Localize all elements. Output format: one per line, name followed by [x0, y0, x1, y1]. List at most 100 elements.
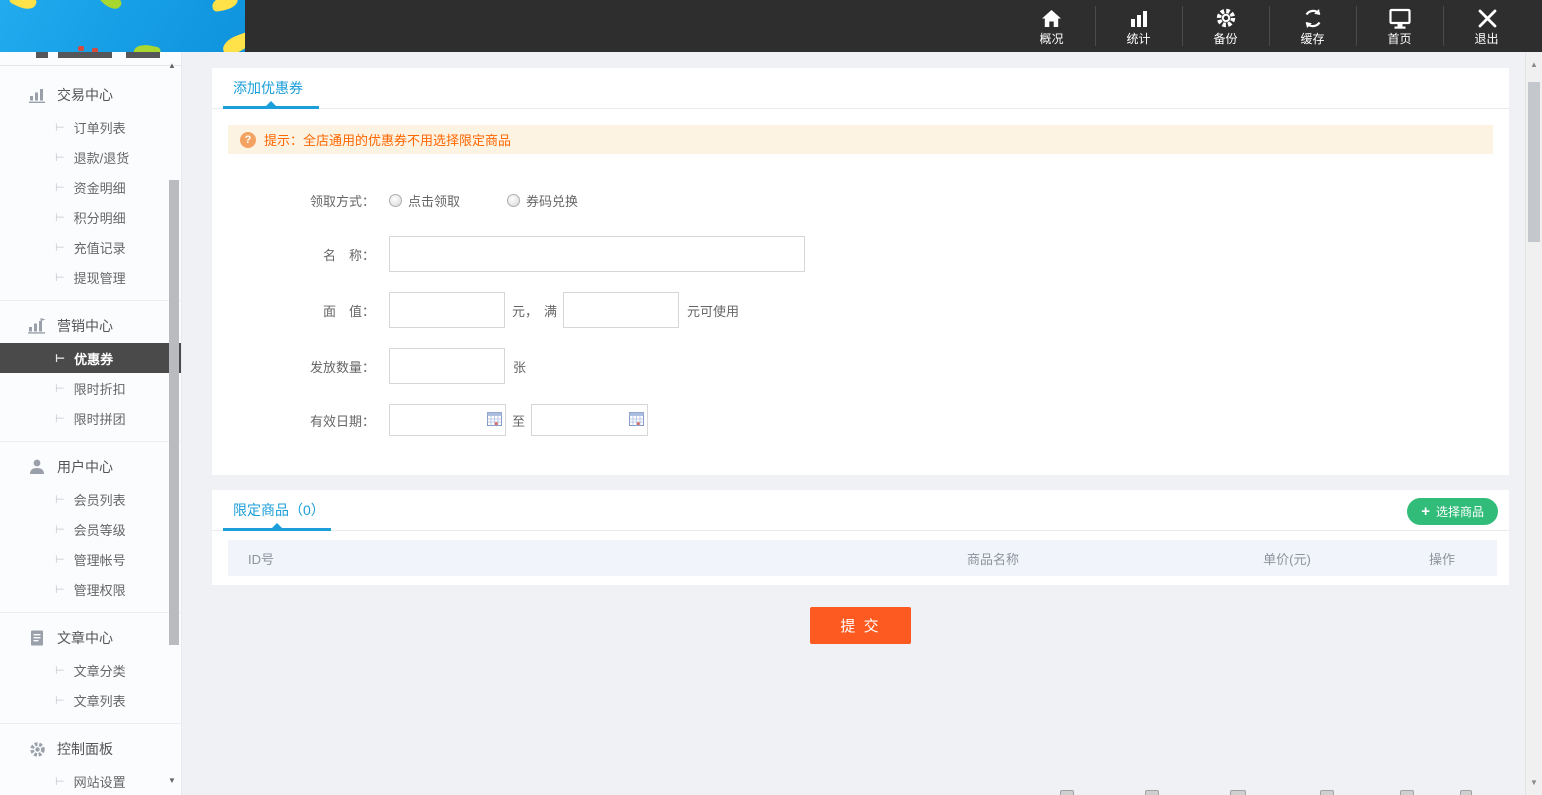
branch-icon: ⊢ [55, 211, 65, 224]
topbar-overview-button[interactable]: 概况 [1008, 0, 1095, 52]
calendar-icon[interactable] [629, 412, 644, 429]
date-separator: 至 [512, 411, 525, 430]
page-scroll-down-arrow[interactable]: ▼ [1526, 778, 1542, 787]
branch-icon: ⊢ [55, 664, 65, 677]
clipped-icon-fragment [1320, 790, 1334, 795]
tip-banner: ? 提示：全店通用的优惠券不用选择限定商品 [228, 125, 1493, 154]
calendar-icon[interactable] [487, 412, 502, 429]
sidebar-item-coupon[interactable]: ⊢优惠券 [0, 343, 181, 373]
radio-icon[interactable] [507, 194, 520, 207]
sidebar-item-label: 文章分类 [74, 661, 126, 680]
sidebar-item-member-level[interactable]: ⊢ 会员等级 [0, 514, 181, 544]
branch-icon: ⊢ [55, 523, 65, 536]
clipped-bottom-icons [1040, 790, 1480, 795]
tip-text: 提示：全店通用的优惠券不用选择限定商品 [264, 130, 511, 149]
user-icon [28, 459, 46, 475]
clipped-icon-fragment [1060, 790, 1074, 795]
plus-icon: + [1421, 504, 1430, 519]
sidebar-item-label: 会员等级 [74, 520, 126, 539]
page-scrollbar-thumb[interactable] [1528, 82, 1540, 242]
topbar-item-label: 缓存 [1300, 32, 1324, 46]
branch-icon: ⊢ [55, 241, 65, 254]
tab-underline [223, 528, 331, 531]
branch-icon: ⊢ [55, 271, 65, 284]
branch-icon: ⊢ [55, 121, 65, 134]
coupon-value-input[interactable] [389, 292, 505, 328]
min-amount-input[interactable] [563, 292, 679, 328]
sidebar-scroll-up-arrow[interactable]: ▲ [166, 61, 178, 71]
sidebar-item-group-buy[interactable]: ⊢限时拼团 [0, 403, 181, 433]
sidebar-item-label: 会员列表 [74, 490, 126, 509]
select-products-button[interactable]: + 选择商品 [1407, 498, 1498, 525]
leaf-decoration [220, 31, 245, 52]
sidebar-item-label: 提现管理 [74, 268, 126, 287]
logo-banner [0, 0, 245, 52]
topbar-cache-button[interactable]: 缓存 [1269, 0, 1356, 52]
radio-icon[interactable] [389, 194, 402, 207]
add-coupon-panel: 添加优惠券 ? 提示：全店通用的优惠券不用选择限定商品 领取方式： 点击领取 券… [212, 68, 1509, 475]
branch-icon: ⊢ [55, 583, 65, 596]
sidebar-item-order-list[interactable]: ⊢订单列表 [0, 112, 181, 142]
topbar-item-label: 统计 [1126, 32, 1150, 46]
issue-quantity-input[interactable] [389, 348, 505, 384]
clipped-icon-fragment [1145, 790, 1159, 795]
clipped-icon-fragment [1230, 790, 1246, 795]
branch-icon: ⊢ [55, 352, 65, 365]
topbar-item-label: 备份 [1213, 32, 1237, 46]
topbar-item-label: 概况 [1039, 32, 1063, 46]
field-label-date: 有效日期： [310, 411, 375, 430]
sidebar-item-article-list[interactable]: ⊢文章列表 [0, 685, 181, 715]
sidebar-item-recharge-record[interactable]: ⊢ 充值记录 [0, 232, 181, 262]
leaf-decoration [211, 0, 239, 12]
sidebar-section-marketing-center[interactable]: 营销中心 [0, 309, 181, 343]
sidebar-item-member-list[interactable]: ⊢会员列表 [0, 484, 181, 514]
sidebar-item-site-settings[interactable]: ⊢网站设置 [0, 766, 181, 795]
sidebar-item-refund[interactable]: ⊢退款/退货 [0, 142, 181, 172]
sidebar-scroll-down-arrow[interactable]: ▼ [166, 776, 178, 786]
chart-flag-icon [28, 318, 46, 334]
page-scroll-up-arrow[interactable]: ▲ [1526, 60, 1542, 69]
sidebar-section-label: 营销中心 [57, 316, 113, 336]
leaf-decoration [133, 42, 161, 52]
radio-option-code-redeem[interactable]: 券码兑换 [507, 191, 578, 210]
column-header-product-name: 商品名称 [799, 549, 1187, 568]
sidebar-section-label: 控制面板 [57, 739, 113, 759]
field-label-value: 面 值： [310, 301, 375, 320]
sidebar-item-label: 文章列表 [74, 691, 126, 710]
sidebar-item-withdraw-manage[interactable]: ⊢ 提现管理 [0, 262, 181, 292]
sidebar-section-label: 文章中心 [57, 628, 113, 648]
sidebar-section-article-center[interactable]: 文章中心 [0, 621, 181, 655]
branch-icon: ⊢ [55, 775, 65, 788]
sidebar-item-label: 限时拼团 [74, 409, 126, 428]
clipped-menu-item-fragment [126, 52, 160, 58]
coupon-name-input[interactable] [389, 236, 805, 272]
submit-button[interactable]: 提 交 [810, 607, 911, 644]
sidebar-item-article-category[interactable]: ⊢ 文章分类 [0, 655, 181, 685]
home-icon [1040, 6, 1063, 30]
sidebar-item-fund-detail[interactable]: ⊢资金明细 [0, 172, 181, 202]
sidebar-section-trade-center[interactable]: 交易中心 [0, 78, 181, 112]
sidebar-item-label: 管理权限 [74, 580, 126, 599]
topbar-homepage-button[interactable]: 首页 [1356, 0, 1443, 52]
min-prefix: 满 [544, 301, 557, 320]
sidebar-section-label: 交易中心 [57, 85, 113, 105]
sidebar-scrollbar-thumb[interactable] [169, 180, 179, 645]
sidebar-item-flash-discount[interactable]: ⊢限时折扣 [0, 373, 181, 403]
page-scrollbar[interactable]: ▲ ▼ [1525, 52, 1542, 795]
sidebar-section-user-center[interactable]: 用户中心 [0, 450, 181, 484]
sidebar-item-label: 充值记录 [74, 238, 126, 257]
select-products-label: 选择商品 [1436, 503, 1484, 520]
tab-underline [223, 106, 319, 109]
leaf-decoration [8, 0, 37, 13]
sidebar-item-admin-account[interactable]: ⊢管理帐号 [0, 544, 181, 574]
sidebar-item-label: 限时折扣 [74, 379, 126, 398]
topbar-backup-button[interactable]: 备份 [1182, 0, 1269, 52]
sidebar-section-control-panel[interactable]: 控制面板 [0, 732, 181, 766]
sidebar-item-admin-permission[interactable]: ⊢ 管理权限 [0, 574, 181, 604]
column-header-action: 操作 [1387, 549, 1497, 568]
topbar-logout-button[interactable]: 退出 [1443, 0, 1530, 52]
topbar-stats-button[interactable]: 统计 [1095, 0, 1182, 52]
sidebar-item-points-detail[interactable]: ⊢积分明细 [0, 202, 181, 232]
radio-option-click-receive[interactable]: 点击领取 [389, 191, 460, 210]
clipped-icon-fragment [1460, 790, 1472, 795]
